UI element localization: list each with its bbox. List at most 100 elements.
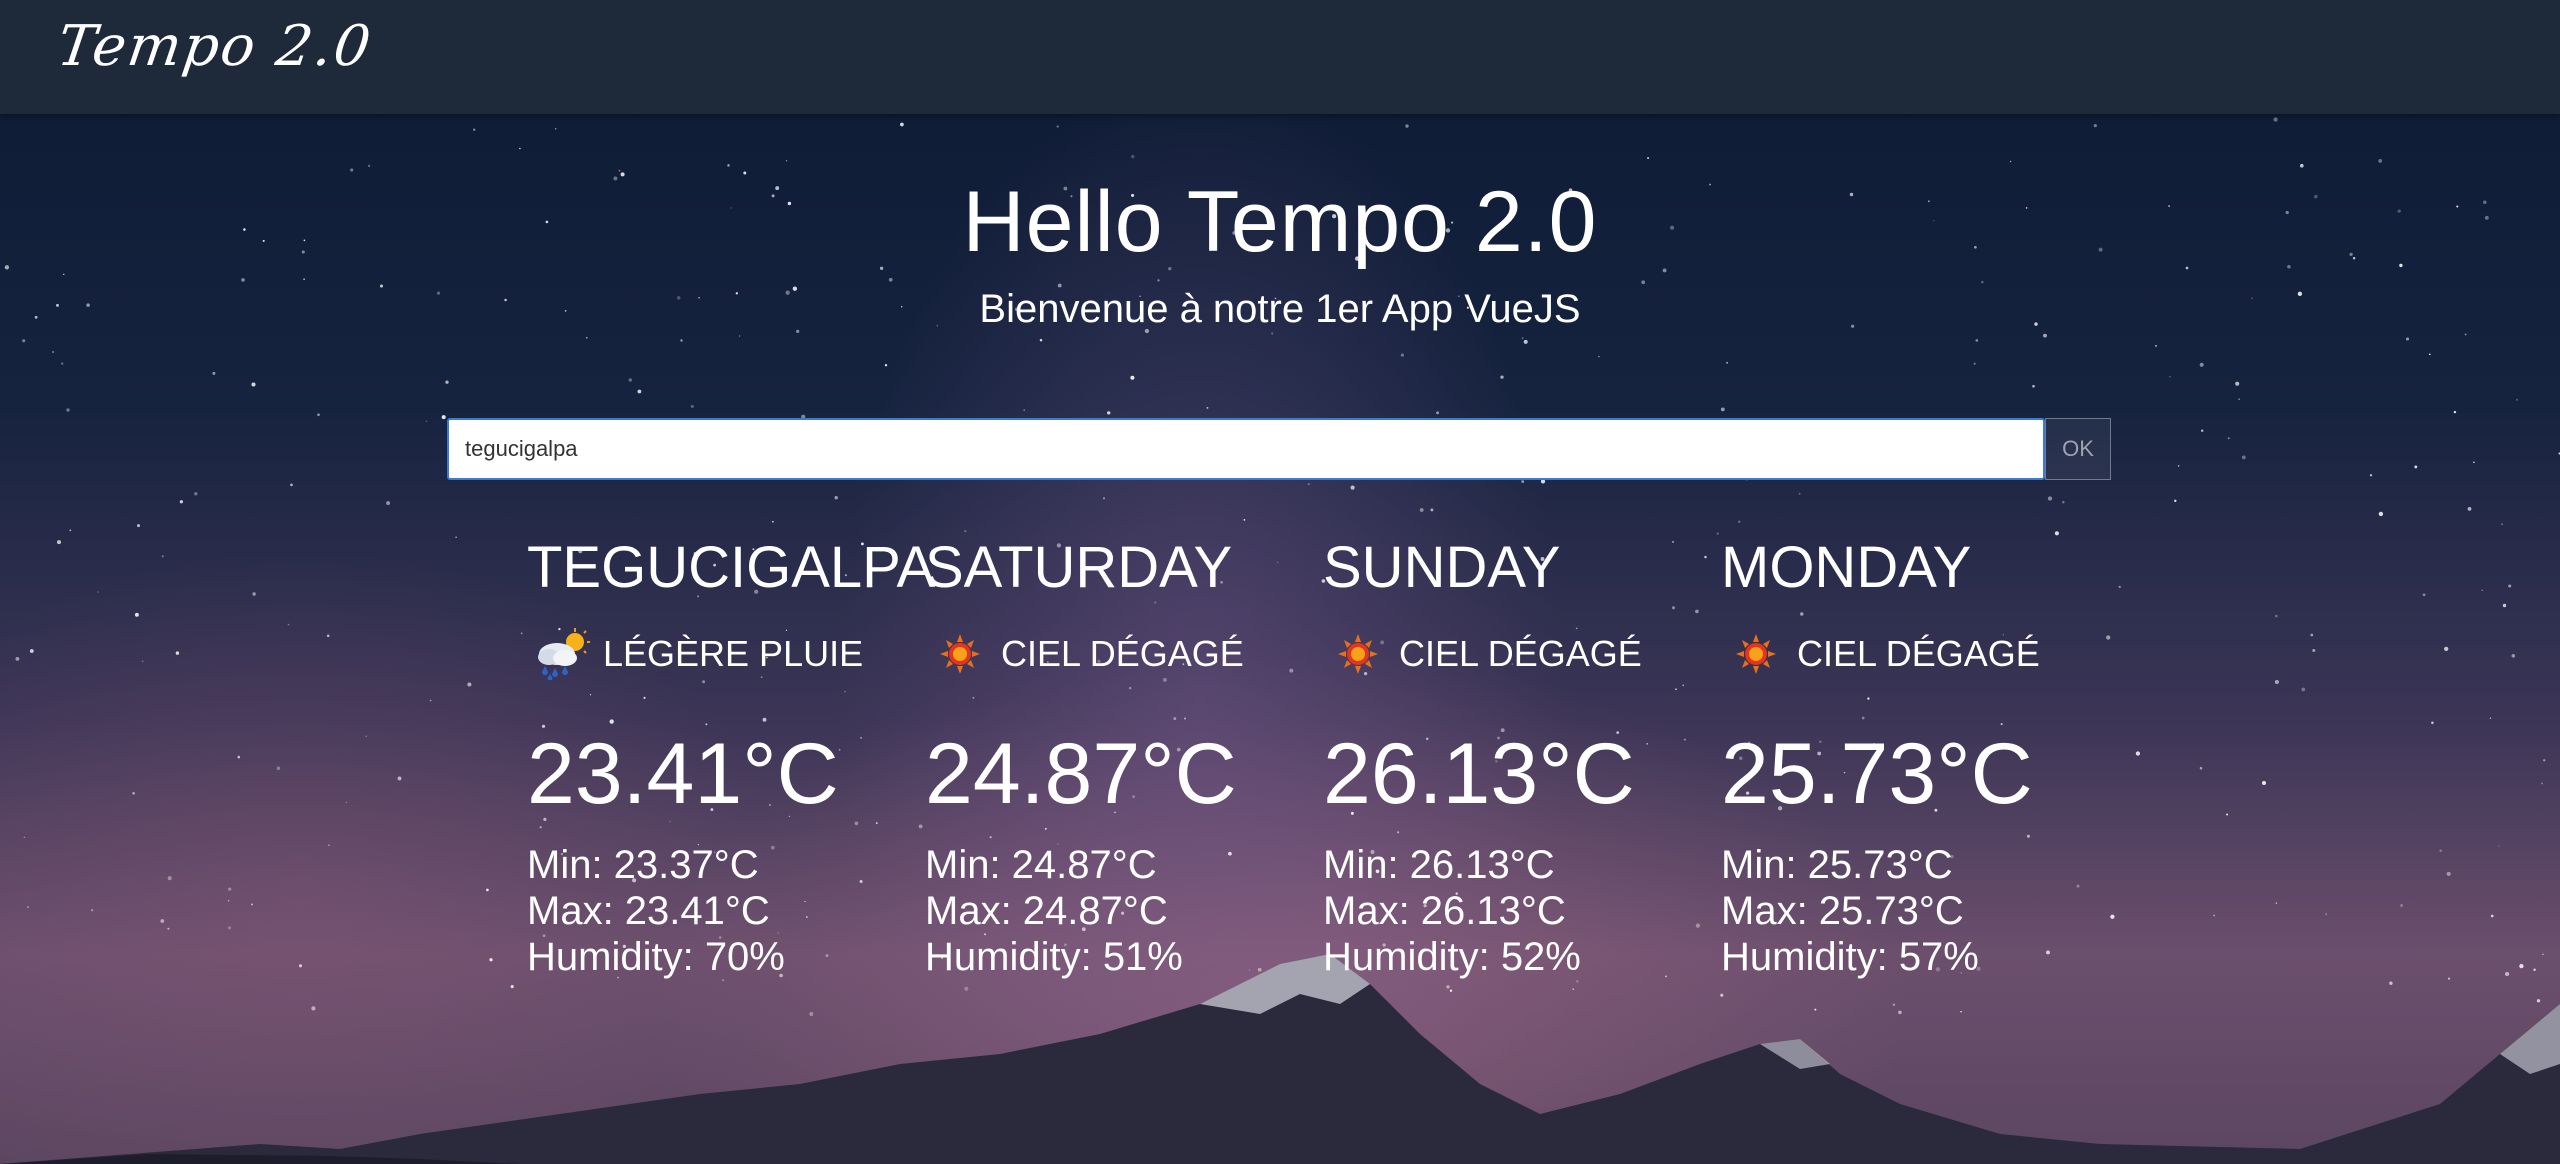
star — [2155, 345, 2157, 347]
star — [167, 876, 172, 881]
humidity: Humidity: 57% — [1721, 935, 1979, 979]
page-title: Hello Tempo 2.0 — [962, 174, 1598, 270]
star — [1798, 492, 1801, 495]
weather-stats: Min: 26.13°C Max: 26.13°C Humidity: 52% — [1323, 842, 1721, 980]
star — [194, 492, 198, 496]
star — [1647, 157, 1650, 160]
star — [680, 339, 683, 342]
star — [2200, 429, 2204, 432]
star — [287, 623, 290, 626]
weather-condition: CIEL DÉGAGÉ — [1323, 628, 1721, 680]
star — [2378, 158, 2383, 163]
star — [22, 339, 26, 343]
star — [69, 529, 72, 532]
max-temp: Max: 26.13°C — [1323, 889, 1566, 933]
star — [2273, 117, 2278, 122]
star — [2541, 782, 2543, 785]
star — [2062, 500, 2065, 504]
star — [179, 500, 184, 504]
star — [486, 888, 489, 892]
star — [137, 524, 140, 528]
humidity: Humidity: 52% — [1323, 935, 1581, 979]
search-ok-button[interactable]: OK — [2045, 418, 2111, 480]
star — [2490, 914, 2494, 918]
min-temp: Min: 23.37°C — [527, 843, 759, 887]
hero: Hello Tempo 2.0 Bienvenue à notre 1er Ap… — [0, 170, 2560, 334]
min-temp: Min: 25.73°C — [1721, 843, 1953, 887]
weather-condition: LÉGÈRE PLUIE — [527, 628, 925, 680]
brand-logo[interactable]: Tempo 2.0 — [53, 14, 376, 79]
star — [26, 906, 30, 909]
star — [251, 382, 256, 387]
star — [227, 900, 230, 902]
star — [2428, 353, 2431, 356]
navbar: Tempo 2.0 — [0, 0, 2560, 114]
star — [2400, 904, 2404, 907]
star — [2043, 333, 2047, 338]
city-search: OK — [447, 418, 2111, 480]
star — [900, 122, 904, 127]
star — [2174, 499, 2177, 503]
star — [2093, 124, 2097, 128]
star — [785, 160, 788, 162]
star — [327, 844, 330, 847]
star — [2047, 496, 2053, 501]
star — [2310, 633, 2314, 637]
sun-icon — [1736, 634, 1776, 674]
star — [2414, 465, 2418, 469]
star — [134, 612, 139, 617]
weather-stats: Min: 23.37°C Max: 23.41°C Humidity: 70% — [527, 842, 925, 980]
star — [1598, 355, 1600, 358]
star — [2431, 721, 2434, 725]
condition-label: CIEL DÉGAGÉ — [1001, 633, 1244, 674]
star — [161, 555, 164, 558]
star — [1243, 519, 1246, 521]
star — [212, 371, 216, 375]
star — [637, 389, 642, 394]
star — [326, 634, 330, 638]
forecast-day-current: TEGUCIGALPA LÉGÈRE PLUIE 23.41°C Min: 23… — [527, 530, 936, 1010]
weather-condition: CIEL DÉGAGÉ — [1721, 628, 2119, 680]
condition-label: CIEL DÉGAGÉ — [1399, 633, 1642, 674]
star — [2169, 375, 2171, 378]
star — [441, 415, 446, 420]
star — [2135, 751, 2141, 756]
forecast-day-monday: MONDAY CIEL DÉGAGÉ 25.73°C Min: 25.73°C … — [1721, 530, 2119, 1010]
star — [1130, 375, 1135, 380]
star — [365, 735, 367, 737]
star — [1738, 520, 1741, 523]
star — [97, 591, 100, 593]
star — [15, 657, 20, 661]
star — [690, 404, 694, 408]
humidity: Humidity: 70% — [527, 935, 785, 979]
star — [2299, 163, 2304, 168]
condition-label: LÉGÈRE PLUIE — [603, 633, 864, 674]
max-temp: Max: 25.73°C — [1721, 889, 1964, 933]
weather-stats: Min: 25.73°C Max: 25.73°C Humidity: 57% — [1721, 842, 2119, 980]
sun-icon — [940, 634, 980, 674]
star — [2405, 337, 2410, 341]
day-name: SUNDAY — [1323, 535, 1561, 600]
star — [1419, 508, 1424, 512]
star — [397, 776, 402, 781]
star — [345, 801, 348, 804]
city-search-input[interactable] — [447, 418, 2045, 480]
star — [2274, 679, 2279, 685]
star — [1973, 362, 1976, 365]
weather-condition: CIEL DÉGAGÉ — [925, 628, 1323, 680]
max-temp: Max: 24.87°C — [925, 889, 1168, 933]
sun-icon — [1338, 634, 1378, 674]
star — [237, 755, 241, 759]
star — [61, 362, 64, 365]
star — [455, 536, 457, 539]
day-name: TEGUCIGALPA — [527, 535, 936, 600]
star — [2378, 511, 2384, 517]
star — [2199, 766, 2203, 770]
star — [2481, 589, 2483, 592]
weather-stats: Min: 24.87°C Max: 24.87°C Humidity: 51% — [925, 842, 1323, 980]
star — [1400, 353, 1404, 357]
star — [554, 127, 557, 130]
star — [2453, 410, 2457, 414]
star — [2238, 398, 2240, 400]
min-temp: Min: 26.13°C — [1323, 843, 1555, 887]
